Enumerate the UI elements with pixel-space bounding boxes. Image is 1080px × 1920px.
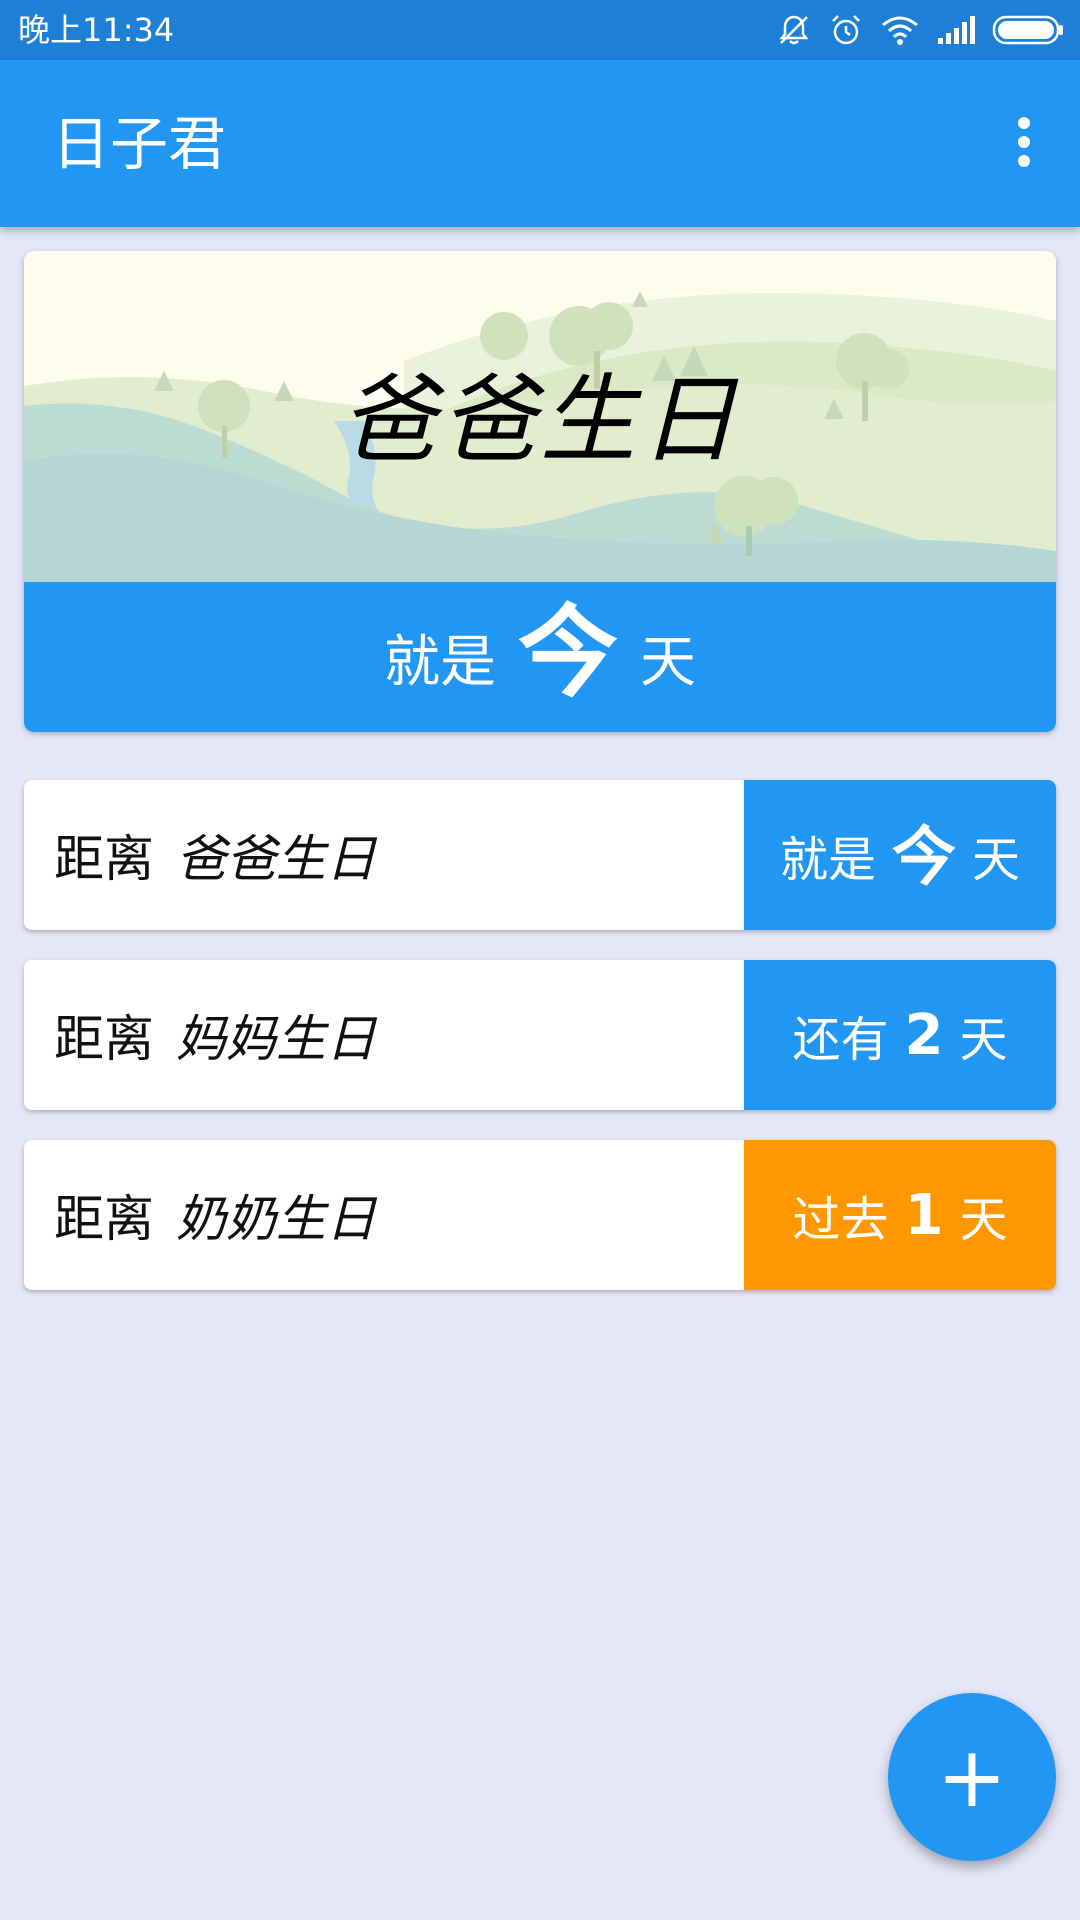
days-number: 今 — [892, 821, 956, 895]
days-badge: 就是 今 天 — [744, 780, 1056, 930]
days-number: 1 — [904, 1182, 944, 1248]
event-name: 奶奶生日 — [176, 1190, 376, 1248]
signal-icon — [936, 12, 976, 48]
app-bar: 日子君 — [0, 60, 1080, 227]
event-prefix: 距离 — [54, 1010, 154, 1068]
days-prefix: 还有 — [792, 1012, 889, 1068]
featured-days-suffix: 天 — [640, 629, 696, 695]
add-event-button[interactable]: + — [888, 1693, 1056, 1861]
wifi-icon — [880, 12, 920, 48]
days-badge: 还有 2 天 — [744, 960, 1056, 1110]
status-bar: 晚上11:34 — [0, 0, 1080, 60]
event-name: 妈妈生日 — [176, 1010, 376, 1068]
featured-days-prefix: 就是 — [384, 629, 496, 695]
days-prefix: 就是 — [779, 832, 876, 888]
app-title: 日子君 — [52, 110, 227, 178]
event-name: 爸爸生日 — [176, 830, 376, 888]
event-label: 距离 爸爸生日 — [54, 780, 376, 930]
overflow-menu-button[interactable] — [988, 108, 1060, 180]
mute-icon — [776, 12, 812, 48]
event-label: 距离 奶奶生日 — [54, 1140, 376, 1290]
days-suffix: 天 — [959, 1192, 1008, 1248]
list-item[interactable]: 距离 妈妈生日 还有 2 天 — [24, 960, 1056, 1110]
status-time: 晚上11:34 — [18, 11, 175, 49]
featured-days-banner: 就是 今 天 — [24, 582, 1056, 732]
list-item[interactable]: 距离 爸爸生日 就是 今 天 — [24, 780, 1056, 930]
list-item[interactable]: 距离 奶奶生日 过去 1 天 — [24, 1140, 1056, 1290]
days-badge: 过去 1 天 — [744, 1140, 1056, 1290]
event-label: 距离 妈妈生日 — [54, 960, 376, 1110]
plus-icon: + — [936, 1728, 1008, 1826]
battery-icon — [992, 14, 1064, 46]
days-number: 2 — [904, 1002, 944, 1068]
days-suffix: 天 — [972, 832, 1021, 888]
days-suffix: 天 — [959, 1012, 1008, 1068]
event-prefix: 距离 — [54, 830, 154, 888]
featured-event-card[interactable]: 爸爸生日 就是 今 天 — [24, 251, 1056, 732]
more-vert-icon — [1014, 116, 1034, 172]
alarm-icon — [828, 12, 864, 48]
featured-days-number: 今 — [518, 594, 618, 711]
days-prefix: 过去 — [792, 1192, 889, 1248]
featured-event-title: 爸爸生日 — [340, 364, 740, 476]
event-prefix: 距离 — [54, 1190, 154, 1248]
status-icons — [776, 10, 1064, 50]
